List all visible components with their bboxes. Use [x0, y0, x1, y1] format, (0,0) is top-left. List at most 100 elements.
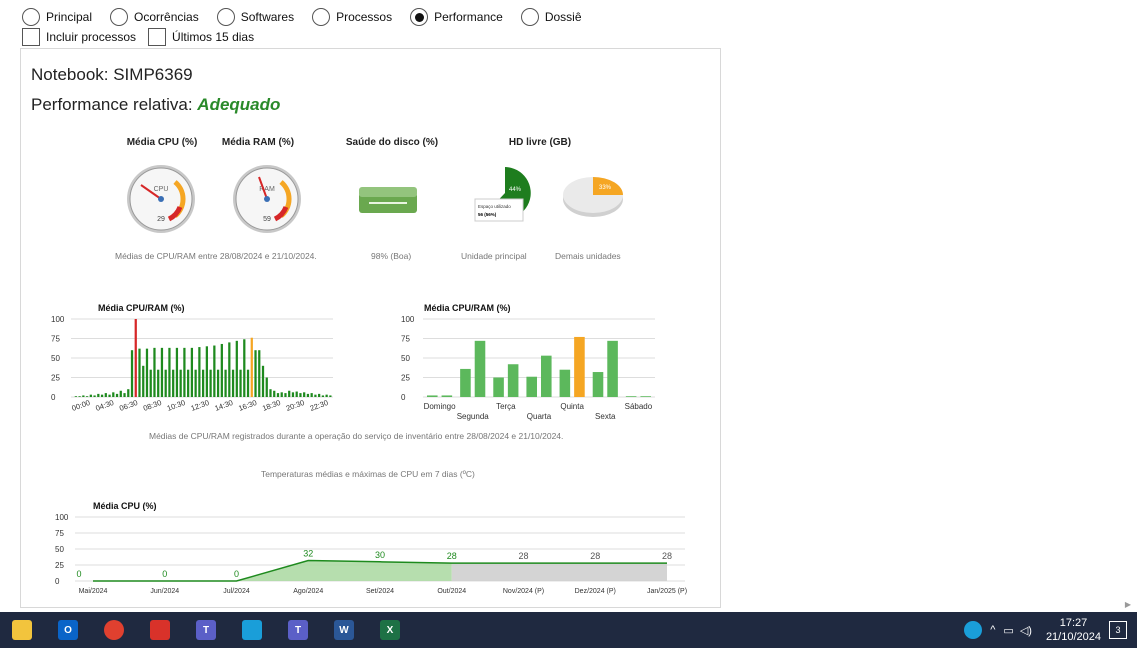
radio-ocorrencias[interactable]: Ocorrências	[110, 8, 199, 26]
app-root: { "tabs": [ {"label": "Principal", "sele…	[0, 0, 1137, 648]
radio-circle[interactable]	[22, 8, 40, 26]
chevron-up-icon[interactable]: ^	[990, 624, 995, 636]
bar	[306, 393, 310, 397]
bar	[299, 393, 302, 397]
bar	[175, 347, 179, 397]
radio-dossie[interactable]: Dossiê	[520, 8, 582, 26]
bar	[85, 396, 89, 397]
bar	[93, 395, 96, 397]
radio-processos[interactable]: Processos	[312, 8, 392, 26]
bar	[265, 377, 268, 397]
checkbox-box[interactable]	[22, 28, 40, 46]
x-tick-label: 12:30	[190, 398, 211, 413]
include-processes-checkbox[interactable]: Incluir processos	[22, 28, 136, 46]
ram-gauge: RAM 59	[233, 165, 301, 233]
radio-circle[interactable]	[110, 8, 129, 26]
clock-date: 21/10/2024	[1045, 631, 1101, 643]
radio-principal[interactable]: Principal	[22, 8, 92, 26]
radio-circle[interactable]	[216, 8, 235, 26]
bar	[112, 392, 115, 397]
network-icon[interactable]: ▭	[1003, 624, 1013, 637]
view-radio-group: Principal Ocorrências Softwares Processo…	[22, 8, 600, 26]
radio-circle-selected[interactable]	[410, 8, 429, 26]
teams-icon[interactable]: T	[196, 620, 216, 640]
bar	[119, 390, 122, 397]
bar	[507, 364, 519, 397]
y-tick-label: 75	[401, 335, 410, 344]
data-label: 28	[518, 551, 528, 561]
cpu-gauge-value: 29	[157, 216, 165, 223]
radio-circle[interactable]	[520, 8, 539, 26]
y-tick-label: 0	[401, 393, 406, 402]
bar	[318, 393, 321, 397]
excel-icon[interactable]: X	[380, 620, 400, 640]
notification-icon[interactable]: 3	[1109, 621, 1127, 639]
x-tick-label: Nov/2024 (P)	[503, 588, 544, 595]
bar	[104, 393, 107, 397]
y-tick-label: 25	[51, 374, 60, 383]
scroll-right-arrow[interactable]: ▶	[1125, 600, 1131, 609]
x-tick-label: Set/2024	[366, 588, 394, 595]
bar	[205, 346, 208, 397]
performance-panel: Notebook: SIMP6369 Performance relativa:…	[20, 48, 721, 608]
hd-other-pie: 33%	[563, 177, 623, 217]
teams-meeting-icon[interactable]: T	[288, 620, 308, 640]
bar	[216, 369, 220, 397]
tooltip-line1: Espaço utilizado	[478, 204, 511, 209]
y-tick-label: 100	[401, 315, 415, 324]
volume-icon[interactable]: ◁)	[1020, 624, 1032, 637]
tooltip-box	[474, 198, 524, 222]
data-label: 28	[590, 551, 600, 561]
radio-label: Ocorrências	[134, 10, 199, 24]
projected-area	[451, 563, 667, 581]
checkbox-label: Incluir processos	[46, 30, 137, 44]
hourly-chart: 0 25 50 75 100 00:00 04:30 06:30 08:30 10:30 12:30…	[51, 315, 333, 413]
x-tick-label: 22:30	[309, 398, 330, 413]
bar	[108, 394, 111, 397]
radio-circle[interactable]	[312, 8, 331, 26]
bar	[460, 368, 471, 397]
data-label: 0	[162, 569, 167, 579]
help-icon[interactable]	[964, 621, 983, 639]
clock-time: 17:27	[1059, 617, 1088, 629]
performance-relative: Performance relativa: Adequado	[31, 95, 280, 115]
x-tick-label: Jan/2025 (P)	[647, 588, 687, 595]
bar	[303, 392, 306, 397]
bar	[179, 369, 182, 397]
bar	[607, 340, 618, 397]
bar	[314, 394, 317, 397]
company-portal-icon[interactable]	[242, 620, 262, 640]
bar	[239, 369, 242, 397]
x-tick-label: Domingo	[424, 402, 457, 411]
last-15-days-checkbox[interactable]: Últimos 15 dias	[148, 28, 254, 46]
outlook-icon[interactable]: O	[58, 620, 78, 640]
y-tick-label: 50	[401, 354, 410, 363]
bar	[213, 345, 216, 397]
data-label: 28	[662, 551, 672, 561]
radio-performance[interactable]: Performance	[410, 8, 503, 26]
x-tick-label: Quarta	[527, 412, 552, 421]
file-explorer-icon[interactable]	[12, 620, 32, 640]
performance-value: Adequado	[197, 95, 281, 114]
x-tick-label: Terça	[496, 402, 516, 411]
options-row: Incluir processos Últimos 15 dias	[22, 28, 266, 46]
app-icon[interactable]	[150, 620, 170, 640]
word-icon[interactable]: W	[334, 620, 354, 640]
x-tick-label: 18:30	[261, 398, 282, 413]
y-tick-label: 75	[55, 529, 64, 538]
bar	[228, 342, 231, 397]
y-tick-label: 100	[55, 513, 69, 522]
y-tick-label: 75	[51, 335, 60, 344]
x-tick-label: Quinta	[560, 402, 584, 411]
bar	[164, 369, 167, 397]
x-tick-label: 04:30	[94, 398, 115, 413]
notebook-title: Notebook: SIMP6369	[31, 65, 193, 84]
bar	[474, 340, 486, 397]
checkbox-box[interactable]	[148, 28, 167, 46]
radio-softwares[interactable]: Softwares	[216, 8, 294, 26]
y-tick-label: 50	[51, 354, 60, 363]
data-label: 28	[447, 551, 457, 561]
clock[interactable]: 17:27 21/10/2024	[1046, 616, 1101, 644]
y-tick-label: 0	[51, 393, 56, 402]
chrome-icon[interactable]	[104, 620, 124, 640]
